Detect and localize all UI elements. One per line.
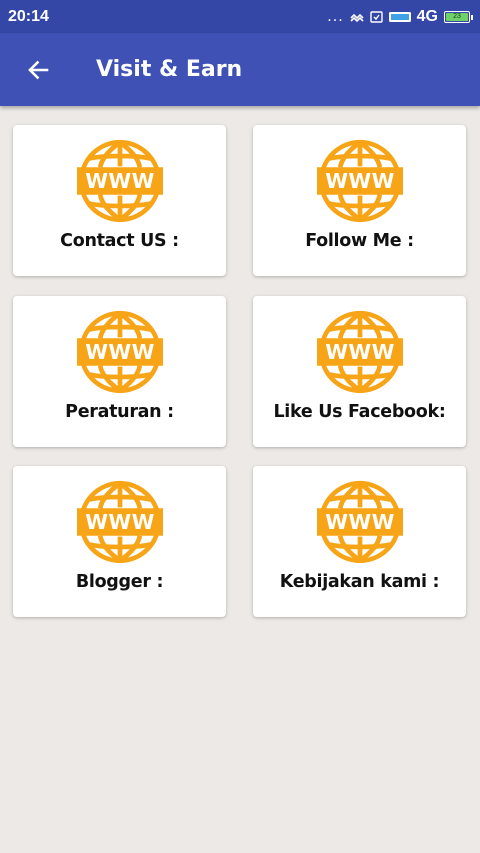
card-label: Contact US : bbox=[60, 231, 179, 251]
card-blogger[interactable]: WWW Blogger : bbox=[13, 466, 226, 617]
card-like-us-facebook[interactable]: WWW Like Us Facebook: bbox=[253, 296, 466, 447]
svg-text:WWW: WWW bbox=[85, 340, 155, 364]
card-label: Kebijakan kami : bbox=[279, 572, 440, 592]
arrow-back-icon bbox=[28, 60, 49, 79]
status-bar: 20:14 ... 4G 23 bbox=[0, 0, 480, 33]
network-type: 4G bbox=[416, 7, 438, 25]
www-globe-icon: WWW bbox=[76, 479, 163, 565]
card-label: Peraturan : bbox=[65, 402, 174, 422]
battery-icon: 23 bbox=[444, 10, 473, 23]
page-title: Visit & Earn bbox=[96, 57, 243, 82]
card-kebijakan-kami[interactable]: WWW Kebijakan kami : bbox=[253, 466, 466, 617]
card-label: Blogger : bbox=[75, 572, 164, 592]
svg-text:WWW: WWW bbox=[325, 169, 395, 193]
svg-text:WWW: WWW bbox=[85, 510, 155, 534]
back-button[interactable] bbox=[18, 50, 58, 90]
card-follow-me[interactable]: WWW Follow Me : bbox=[253, 125, 466, 276]
www-globe-icon: WWW bbox=[316, 138, 403, 224]
www-globe-icon: WWW bbox=[76, 309, 163, 395]
www-globe-icon: WWW bbox=[76, 138, 163, 224]
screenshot-icon bbox=[369, 10, 383, 23]
card-label: Follow Me : bbox=[305, 231, 414, 251]
notification-dots-icon: ... bbox=[327, 8, 344, 25]
www-globe-icon: WWW bbox=[316, 479, 403, 565]
battery-percent: 23 bbox=[453, 13, 461, 20]
card-label: Like Us Facebook: bbox=[273, 402, 446, 422]
status-icons: ... 4G 23 bbox=[327, 7, 473, 26]
status-time: 20:14 bbox=[8, 7, 49, 25]
svg-text:WWW: WWW bbox=[85, 169, 155, 193]
data-saver-icon bbox=[350, 13, 364, 22]
signal-icon bbox=[388, 11, 411, 22]
card-peraturan[interactable]: WWW Peraturan : bbox=[13, 296, 226, 447]
app-bar: Visit & Earn bbox=[0, 33, 480, 106]
card-contact-us[interactable]: WWW Contact US : bbox=[13, 125, 226, 276]
battery-level: 23 bbox=[446, 12, 468, 21]
svg-text:WWW: WWW bbox=[325, 510, 395, 534]
svg-text:WWW: WWW bbox=[325, 340, 395, 364]
www-globe-icon: WWW bbox=[316, 309, 403, 395]
